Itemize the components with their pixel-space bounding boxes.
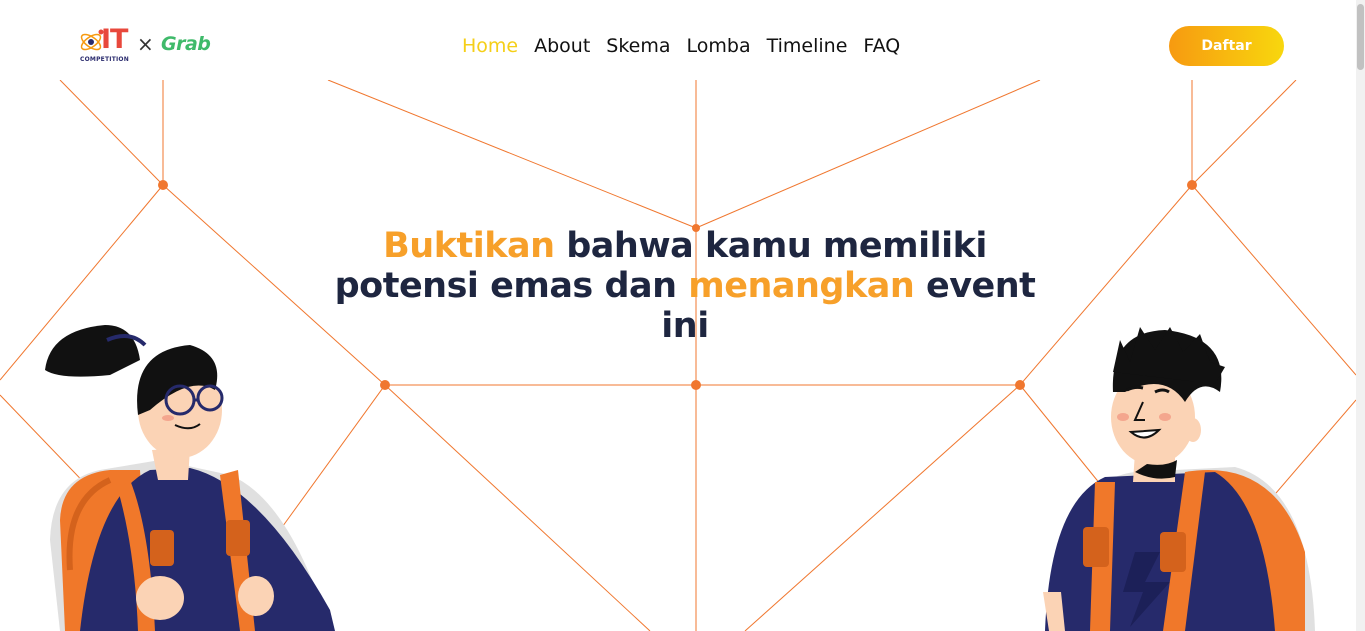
nav-lomba[interactable]: Lomba (687, 33, 751, 59)
grab-logo: Grab (161, 33, 211, 55)
daftar-button[interactable]: Daftar (1169, 26, 1284, 66)
main-nav: Home About Skema Lomba Timeline FAQ (462, 33, 916, 59)
nav-about[interactable]: About (534, 33, 590, 59)
headline-accent-1: Buktikan (383, 226, 555, 267)
times-icon: × (137, 32, 154, 56)
nav-home[interactable]: Home (462, 33, 518, 59)
site-header: IT COMPETITION × Grab Home About Skema L… (0, 0, 1356, 80)
scrollbar[interactable] (1356, 0, 1365, 631)
hero-headline: Buktikan bahwa kamu memiliki potensi ema… (330, 226, 1040, 346)
logo-competition-text: COMPETITION (80, 56, 129, 63)
girl-student-illustration (45, 325, 335, 631)
scrollbar-thumb[interactable] (1357, 4, 1364, 70)
brand-logo[interactable]: IT COMPETITION × Grab (79, 24, 219, 66)
nav-faq[interactable]: FAQ (863, 33, 900, 59)
boy-student-illustration (1043, 327, 1315, 631)
headline-accent-2: menangkan (688, 266, 915, 307)
nav-timeline[interactable]: Timeline (767, 33, 848, 59)
nav-skema[interactable]: Skema (606, 33, 670, 59)
logo-it-text: IT (101, 24, 128, 55)
